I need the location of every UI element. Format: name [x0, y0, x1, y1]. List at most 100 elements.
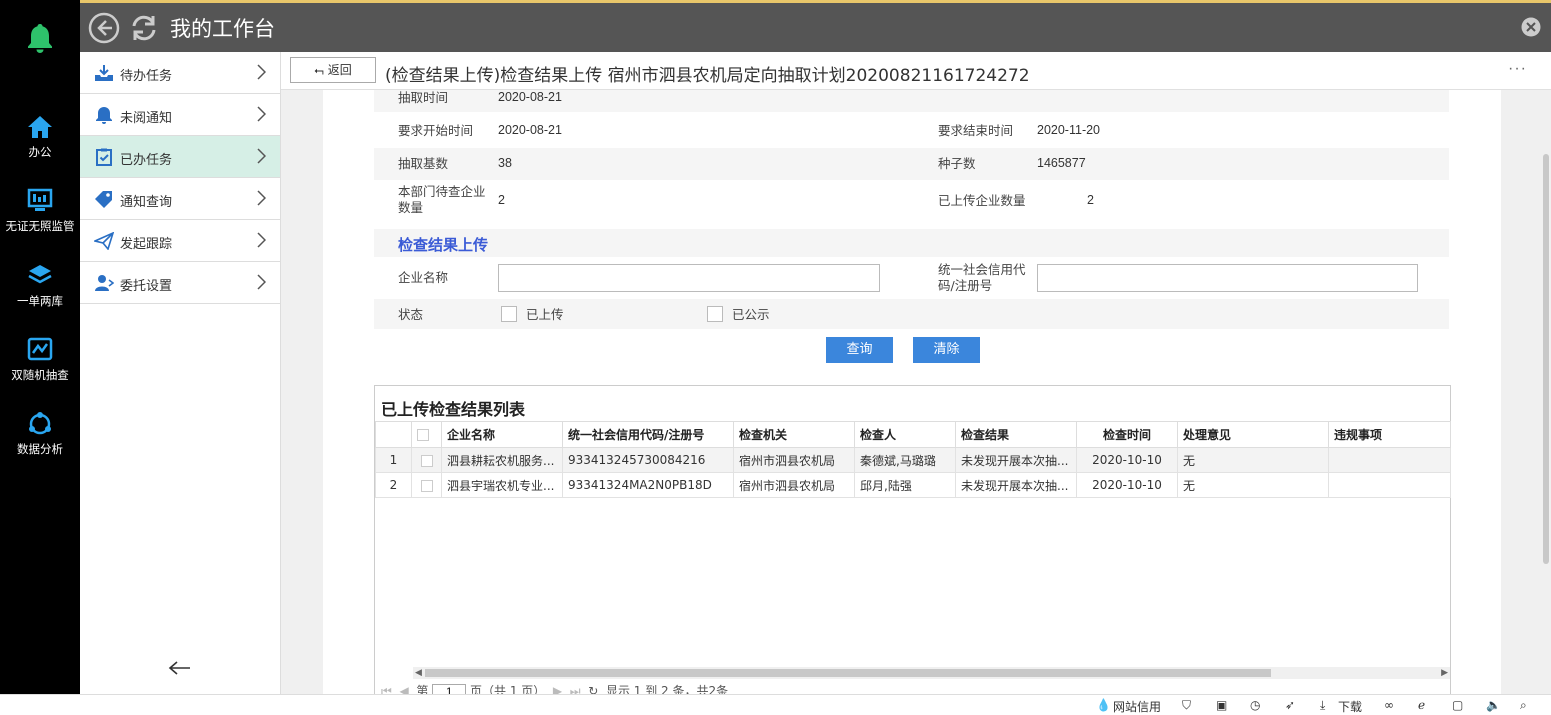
site-credit-icon[interactable]: 💧	[1096, 698, 1111, 712]
seed-label: 种子数	[938, 156, 976, 171]
cell-org: 宿州市泗县农机局	[733, 447, 855, 473]
collapse-arrow-icon[interactable]	[168, 660, 192, 679]
scrollbar-thumb[interactable]	[425, 669, 1271, 677]
menu-item-done[interactable]: 已办任务	[80, 136, 280, 178]
zoom-icon[interactable]: ⌕	[1520, 698, 1527, 713]
left-rail: 办公 无证无照监管 一单两库 双随机抽查 数据分析	[0, 0, 80, 694]
menu-item-delegate[interactable]: 委托设置	[80, 262, 280, 304]
menu-item-notice-query[interactable]: 通知查询	[80, 178, 280, 220]
table-row[interactable]: 2 泗县宇瑞农机专业... 93341324MA2N0PB18D 宿州市泗县农机…	[375, 472, 1451, 498]
shield-icon[interactable]: ⛉	[1182, 698, 1191, 713]
rail-item-random-check[interactable]: 双随机抽查	[0, 337, 80, 383]
menu-item-unread[interactable]: 未阅通知	[80, 94, 280, 136]
column-header[interactable]: 检查机关	[733, 421, 855, 448]
select-all-header[interactable]	[411, 421, 442, 448]
cell-result: 未发现开展本次抽...	[955, 472, 1077, 498]
base-label: 抽取基数	[398, 156, 449, 171]
uploaded-checkbox[interactable]	[501, 306, 517, 322]
column-header[interactable]: 统一社会信用代码/注册号	[562, 421, 734, 448]
vertical-scrollbar[interactable]	[1540, 90, 1551, 694]
form-row: 抽取基数 38 种子数 1465877	[374, 148, 1449, 180]
query-button[interactable]: 查询	[826, 337, 893, 363]
next-page-icon[interactable]: ▶	[553, 684, 562, 694]
cycle-icon	[29, 412, 51, 435]
scrollbar-thumb[interactable]	[1543, 154, 1549, 564]
download-icon[interactable]: ⤓	[1320, 698, 1325, 713]
rail-item-office[interactable]: 办公	[0, 114, 80, 160]
select-all-checkbox[interactable]	[417, 429, 429, 441]
rocket-icon[interactable]: ➶	[1285, 698, 1295, 712]
credit-input[interactable]	[1037, 264, 1418, 292]
menu-item-label: 未阅通知	[120, 111, 173, 126]
prev-page-icon[interactable]: ◀	[399, 684, 408, 694]
cell-code: 933413245730084216	[562, 447, 734, 473]
return-button[interactable]: ⮢ 返回	[290, 57, 376, 83]
download-label[interactable]: 下载	[1338, 698, 1362, 715]
row-number: 2	[375, 472, 412, 498]
column-header[interactable]: 企业名称	[441, 421, 563, 448]
start-time-value: 2020-08-21	[498, 123, 562, 137]
bell-icon[interactable]	[26, 22, 54, 57]
extract-time-value: 2020-08-21	[498, 90, 562, 104]
last-page-icon[interactable]: ⏭	[570, 684, 581, 694]
cell-inspector: 秦德斌,马璐璐	[854, 447, 956, 473]
return-arrow-icon: ⮢	[314, 63, 328, 77]
row-select[interactable]	[411, 472, 442, 498]
company-label: 企业名称	[398, 270, 449, 285]
scroll-left-icon[interactable]: ◀	[415, 667, 422, 678]
results-grid: 已上传检查结果列表 企业名称 统一社会信用代码/注册号 检查机关 检查人 检查结…	[374, 385, 1451, 694]
ie-icon[interactable]: ℯ	[1418, 698, 1425, 712]
back-circle-icon[interactable]	[88, 12, 120, 47]
rail-item-analysis[interactable]: 数据分析	[0, 411, 80, 457]
header-title: 我的工作台	[170, 17, 275, 41]
column-header[interactable]: 检查结果	[955, 421, 1077, 448]
page-number-input[interactable]	[432, 684, 467, 694]
first-page-icon[interactable]: ⏮	[381, 684, 392, 694]
cell-time: 2020-10-10	[1076, 472, 1178, 498]
rail-label: 双随机抽查	[11, 368, 69, 382]
cell-result: 未发现开展本次抽...	[955, 447, 1077, 473]
rail-item-one-list[interactable]: 一单两库	[0, 263, 80, 309]
menu-item-todo[interactable]: 待办任务	[80, 52, 280, 94]
close-icon[interactable]	[1521, 17, 1541, 40]
column-header[interactable]: 检查时间	[1076, 421, 1178, 448]
row-number: 1	[375, 447, 412, 473]
inbox-download-icon	[95, 65, 113, 81]
speed-icon[interactable]: ◷	[1250, 698, 1260, 712]
site-credit-label[interactable]: 网站信用	[1113, 698, 1161, 715]
scroll-right-icon[interactable]: ▶	[1441, 667, 1448, 678]
horizontal-scrollbar[interactable]: ◀ ▶	[413, 667, 1450, 679]
column-header[interactable]: 检查人	[854, 421, 956, 448]
tag-icon	[95, 191, 112, 208]
table-row[interactable]: 1 泗县耕耘农机服务... 933413245730084216 宿州市泗县农机…	[375, 447, 1451, 473]
more-icon[interactable]: ···	[1508, 60, 1527, 78]
grid-title: 已上传检查结果列表	[381, 400, 526, 419]
pager-prefix: 第	[416, 684, 429, 694]
mask-icon[interactable]: ∞	[1384, 698, 1394, 712]
section-header	[374, 229, 1449, 257]
menu-item-tracking[interactable]: 发起跟踪	[80, 220, 280, 262]
window-icon[interactable]: ▢	[1452, 698, 1463, 712]
column-header[interactable]: 违规事项	[1328, 421, 1451, 448]
browser-status-bar: 💧 网站信用 ⛉ ▣ ◷ ➶ ⤓ 下载 ∞ ℯ ▢ 🔈 ⌕	[0, 694, 1551, 715]
published-checkbox[interactable]	[707, 306, 723, 322]
table-header-row: 企业名称 统一社会信用代码/注册号 检查机关 检查人 检查结果 检查时间 处理意…	[375, 421, 1451, 448]
image-icon[interactable]: ▣	[1216, 698, 1227, 712]
uploaded-value: 2	[1087, 193, 1094, 207]
clipboard-check-icon	[96, 148, 112, 166]
column-header[interactable]: 处理意见	[1177, 421, 1329, 448]
rail-label: 数据分析	[17, 442, 63, 456]
reload-icon[interactable]: ↻	[588, 684, 598, 694]
refresh-icon[interactable]	[128, 12, 160, 47]
menu-item-label: 委托设置	[120, 279, 173, 294]
row-select[interactable]	[411, 447, 442, 473]
rail-item-unlicensed[interactable]: 无证无照监管	[0, 188, 80, 234]
volume-icon[interactable]: 🔈	[1486, 698, 1501, 712]
cell-violation	[1328, 472, 1451, 498]
clear-button[interactable]: 清除	[913, 337, 980, 363]
company-input[interactable]	[498, 264, 880, 292]
pending-value: 2	[498, 193, 505, 207]
form-row: 抽取时间 2020-08-21	[374, 90, 1449, 112]
row-checkbox[interactable]	[420, 479, 433, 492]
row-checkbox[interactable]	[420, 454, 433, 467]
